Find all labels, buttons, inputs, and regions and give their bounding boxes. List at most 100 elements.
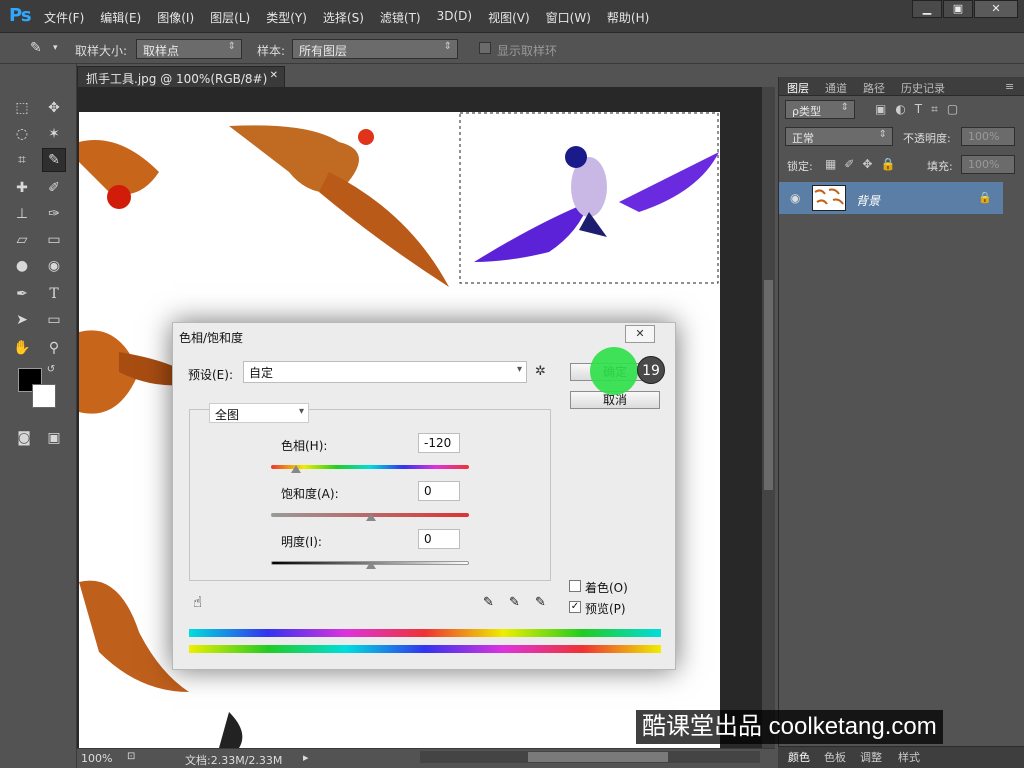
background-color-swatch[interactable] (32, 384, 56, 408)
eyedropper-icon[interactable]: ✎ (483, 595, 494, 610)
eyedropper-tool-icon[interactable]: ✎ (42, 148, 66, 172)
close-tab-icon[interactable]: ✕ (270, 70, 278, 81)
eye-icon[interactable]: ◉ (790, 191, 804, 205)
clone-stamp-tool-icon[interactable]: ⊥ (10, 202, 34, 226)
tab-paths[interactable]: 路径 (863, 80, 885, 96)
lightness-field[interactable]: 0 (418, 529, 460, 549)
pen-tool-icon[interactable]: ✒ (10, 282, 34, 306)
eyedropper-icon[interactable]: ✎ (30, 40, 42, 56)
gradient-tool-icon[interactable]: ▭ (42, 228, 66, 252)
menu-3d[interactable]: 3D(D) (437, 9, 472, 26)
bird-top-left (79, 140, 159, 209)
menu-view[interactable]: 视图(V) (488, 9, 530, 26)
preview-checkbox[interactable]: ✓ (569, 601, 581, 613)
fill-field[interactable]: 100% (961, 155, 1015, 174)
range-select[interactable]: 全图 ▾ (209, 403, 309, 423)
minimize-button[interactable]: ▁ (912, 0, 942, 18)
tab-history[interactable]: 历史记录 (901, 80, 945, 96)
lightness-label: 明度(I): (281, 535, 322, 549)
menu-layer[interactable]: 图层(L) (210, 9, 250, 26)
preset-select[interactable]: 自定 ▾ (243, 361, 527, 383)
status-icon: ⊡ (127, 751, 136, 762)
type-tool-icon[interactable]: T (42, 282, 66, 306)
layer-filter-select[interactable]: ρ类型 ⇕ (785, 100, 855, 119)
screen-mode-icon[interactable]: ▣ (42, 426, 66, 450)
rectangle-tool-icon[interactable]: ▭ (42, 308, 66, 332)
chevron-updown-icon: ⇕ (840, 102, 849, 113)
blur-tool-icon[interactable]: ● (10, 254, 34, 278)
magic-wand-tool-icon[interactable]: ✶ (42, 122, 66, 146)
close-button[interactable]: ✕ (974, 0, 1018, 18)
sample-label: 样本: (257, 44, 286, 58)
layer-lock-icon: 🔒 (978, 191, 992, 204)
tool-preset-arrow-icon[interactable]: ▾ (53, 43, 58, 53)
show-ring-checkbox[interactable] (479, 42, 491, 54)
tab-styles[interactable]: 样式 (898, 749, 920, 765)
hue-field[interactable]: -120 (418, 433, 460, 453)
tab-channels[interactable]: 通道 (825, 80, 847, 96)
tab-layers[interactable]: 图层 (787, 80, 809, 96)
dodge-tool-icon[interactable]: ◉ (42, 254, 66, 278)
layer-name[interactable]: 背景 (856, 192, 880, 209)
menu-type[interactable]: 类型(Y) (266, 9, 307, 26)
panel-tabs: 图层 通道 路径 历史记录 ≡ (779, 77, 1024, 96)
menu-filter[interactable]: 滤镜(T) (380, 9, 421, 26)
preview-label: 预览(P) (585, 602, 626, 616)
sample-size-label: 取样大小: (75, 44, 128, 58)
blend-mode-select[interactable]: 正常 ⇕ (785, 127, 893, 146)
sample-select[interactable]: 所有图层 ⇕ (292, 39, 458, 59)
color-range-bar-bottom (189, 645, 661, 653)
saturation-label: 饱和度(A): (281, 487, 339, 501)
layer-filter-icons[interactable]: ▣◐T⌗▢ (875, 102, 967, 117)
vertical-scroll-thumb[interactable] (764, 280, 773, 490)
sample-size-select[interactable]: 取样点 ⇕ (136, 39, 242, 59)
tab-swatches[interactable]: 色板 (824, 749, 846, 765)
colorize-label: 着色(O) (585, 581, 628, 595)
tab-adjustments[interactable]: 调整 (860, 749, 882, 765)
healing-brush-tool-icon[interactable]: ✚ (10, 176, 34, 200)
lightness-slider-knob[interactable] (366, 561, 376, 569)
chevron-updown-icon: ⇕ (227, 41, 236, 52)
lock-icons[interactable]: ▦✐✥🔒 (825, 157, 903, 171)
crop-tool-icon[interactable]: ⌗ (10, 148, 34, 172)
dialog-close-button[interactable]: ✕ (625, 325, 655, 343)
hand-tool-icon[interactable]: ✋ (10, 336, 34, 360)
menu-file[interactable]: 文件(F) (44, 9, 84, 26)
gear-icon[interactable]: ✲ (535, 364, 546, 379)
opacity-field[interactable]: 100% (961, 127, 1015, 146)
move-tool-icon[interactable]: ✥ (42, 96, 66, 120)
history-brush-tool-icon[interactable]: ✑ (42, 202, 66, 226)
path-selection-tool-icon[interactable]: ➤ (10, 308, 34, 332)
tab-color[interactable]: 颜色 (788, 749, 810, 765)
panel-menu-icon[interactable]: ≡ (1005, 80, 1014, 93)
eyedropper-minus-icon[interactable]: ✎ (535, 595, 546, 610)
brush-tool-icon[interactable]: ✐ (42, 176, 66, 200)
saturation-field[interactable]: 0 (418, 481, 460, 501)
photoshop-logo: Ps (9, 5, 32, 26)
colorize-checkbox[interactable] (569, 580, 581, 592)
menu-edit[interactable]: 编辑(E) (100, 9, 141, 26)
menu-help[interactable]: 帮助(H) (607, 9, 649, 26)
marquee-tool-icon[interactable]: ⬚ (10, 96, 34, 120)
menu-select[interactable]: 选择(S) (323, 9, 364, 26)
menu-image[interactable]: 图像(I) (157, 9, 194, 26)
bottom-panel-tabs: 颜色 色板 调整 样式 (778, 746, 1024, 768)
step-number-badge: 19 (637, 356, 665, 384)
chevron-down-icon: ▾ (516, 364, 522, 375)
menu-window[interactable]: 窗口(W) (546, 9, 591, 26)
maximize-button[interactable]: ▣ (943, 0, 973, 18)
zoom-tool-icon[interactable]: ⚲ (42, 336, 66, 360)
eyedropper-plus-icon[interactable]: ✎ (509, 595, 520, 610)
swap-colors-icon[interactable]: ↺ (44, 362, 58, 376)
lasso-tool-icon[interactable]: ◌ (10, 122, 34, 146)
hue-slider-knob[interactable] (291, 465, 301, 473)
horizontal-scroll-thumb[interactable] (528, 752, 668, 762)
document-tab[interactable]: 抓手工具.jpg @ 100%(RGB/8#) * ✕ (77, 66, 285, 101)
hue-label: 色相(H): (281, 439, 328, 453)
saturation-slider-knob[interactable] (366, 513, 376, 521)
zoom-level[interactable]: 100% (81, 752, 112, 765)
hand-adjust-icon[interactable]: ☝ (193, 593, 202, 611)
quick-mask-icon[interactable]: ◙ (12, 426, 36, 450)
status-menu-arrow-icon[interactable]: ▸ (303, 751, 309, 764)
eraser-tool-icon[interactable]: ▱ (10, 228, 34, 252)
